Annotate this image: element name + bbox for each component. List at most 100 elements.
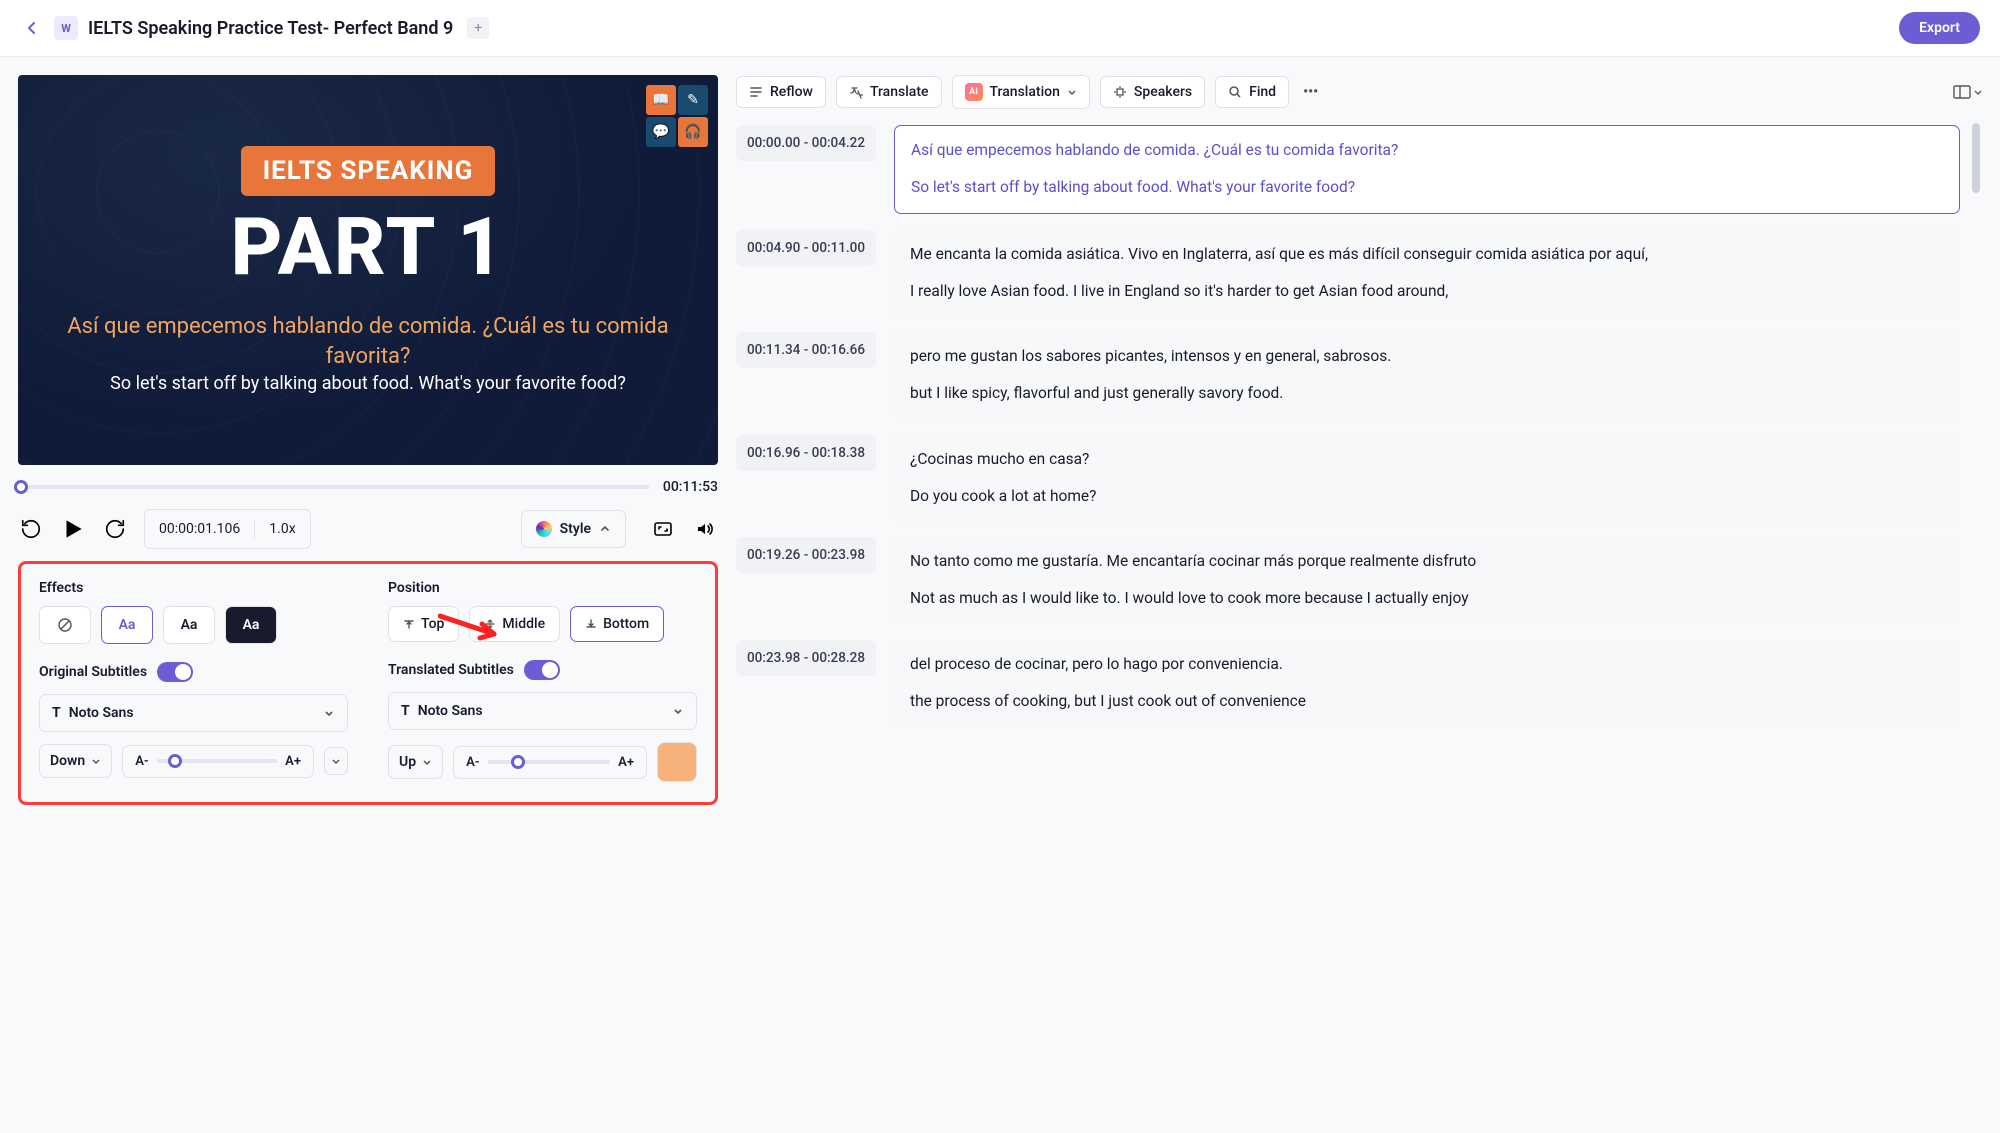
main: 📖 ✎ 💬 🎧 IELTS SPEAKING PART 1 Así que em… bbox=[0, 57, 2000, 823]
segment-timestamp[interactable]: 00:00.00 - 00:04.22 bbox=[736, 125, 876, 161]
size-minus-label: A- bbox=[466, 755, 479, 770]
segment[interactable]: 00:00.00 - 00:04.22 Así que empecemos hab… bbox=[736, 125, 1982, 214]
reflow-icon bbox=[749, 85, 763, 99]
effect-outline-button[interactable]: Aa bbox=[101, 606, 153, 644]
view-mode-select[interactable] bbox=[1953, 85, 1982, 99]
forward-button[interactable] bbox=[102, 516, 128, 542]
segment-body[interactable]: Así que empecemos hablando de comida. ¿C… bbox=[894, 125, 1960, 214]
segment-text-es[interactable]: Así que empecemos hablando de comida. ¿C… bbox=[911, 139, 1943, 162]
chevron-down-icon bbox=[331, 756, 341, 766]
effect-box-button[interactable]: Aa bbox=[225, 606, 277, 644]
play-button[interactable] bbox=[60, 516, 86, 542]
segment-timestamp[interactable]: 00:04.90 - 00:11.00 bbox=[736, 230, 876, 266]
segment-body[interactable]: del proceso de cocinar, pero lo hago por… bbox=[894, 640, 1960, 727]
align-bottom-icon bbox=[585, 618, 597, 630]
add-tab-button[interactable]: + bbox=[467, 17, 489, 39]
scrollbar[interactable] bbox=[1972, 123, 1980, 193]
text-icon: T bbox=[52, 705, 61, 721]
segment-body[interactable]: No tanto como me gustaría. Me encantaría… bbox=[894, 537, 1960, 624]
align-middle-icon bbox=[484, 618, 496, 630]
rewind-button[interactable] bbox=[18, 516, 44, 542]
slider-thumb[interactable] bbox=[168, 754, 182, 768]
segment-body[interactable]: pero me gustan los sabores picantes, int… bbox=[894, 332, 1960, 419]
segment-timestamp[interactable]: 00:16.96 - 00:18.38 bbox=[736, 435, 876, 471]
original-size-slider[interactable] bbox=[157, 759, 278, 763]
speakers-button[interactable]: Speakers bbox=[1100, 76, 1205, 108]
book-icon: 📖 bbox=[646, 85, 676, 115]
reflow-button[interactable]: Reflow bbox=[736, 76, 826, 108]
effect-none-button[interactable] bbox=[39, 606, 91, 644]
video-preview[interactable]: 📖 ✎ 💬 🎧 IELTS SPEAKING PART 1 Así que em… bbox=[18, 75, 718, 465]
export-button[interactable]: Export bbox=[1899, 12, 1980, 44]
speakers-label: Speakers bbox=[1134, 84, 1192, 100]
segment-text-en[interactable]: Not as much as I would like to. I would … bbox=[910, 587, 1944, 610]
segment-text-es[interactable]: Me encanta la comida asiática. Vivo en I… bbox=[910, 243, 1944, 266]
translate-label: Translate bbox=[870, 84, 929, 100]
position-middle-button[interactable]: Middle bbox=[469, 606, 560, 642]
position-bottom-button[interactable]: Bottom bbox=[570, 606, 664, 642]
segment-text-en[interactable]: Do you cook a lot at home? bbox=[910, 485, 1944, 508]
segment-body[interactable]: Me encanta la comida asiática. Vivo en I… bbox=[894, 230, 1960, 317]
segment[interactable]: 00:11.34 - 00:16.66 pero me gustan los sa… bbox=[736, 332, 1982, 419]
segment-text-en[interactable]: but I like spicy, flavorful and just gen… bbox=[910, 382, 1944, 405]
back-button[interactable] bbox=[20, 16, 44, 40]
segment-text-es[interactable]: ¿Cocinas mucho en casa? bbox=[910, 448, 1944, 471]
translated-bottom-controls: Up A- A+ bbox=[388, 742, 697, 782]
progress-thumb[interactable] bbox=[14, 480, 28, 494]
video-badge: IELTS SPEAKING bbox=[241, 146, 496, 196]
original-direction-select[interactable]: Down bbox=[39, 744, 112, 778]
translation-button[interactable]: AI Translation bbox=[952, 75, 1090, 109]
effect-plain-button[interactable]: Aa bbox=[163, 606, 215, 644]
subtitle-spanish: Así que empecemos hablando de comida. ¿C… bbox=[18, 312, 718, 371]
position-top-button[interactable]: Top bbox=[388, 606, 459, 642]
progress-bar[interactable] bbox=[18, 485, 649, 489]
segment-text-es[interactable]: No tanto como me gustaría. Me encantaría… bbox=[910, 550, 1944, 573]
document-title: IELTS Speaking Practice Test- Perfect Ba… bbox=[88, 18, 453, 39]
playback-speed[interactable]: 1.0x bbox=[269, 521, 295, 537]
segment[interactable]: 00:16.96 - 00:18.38 ¿Cocinas mucho en cas… bbox=[736, 435, 1982, 522]
chevron-down-icon bbox=[1067, 87, 1077, 97]
volume-button[interactable] bbox=[692, 516, 718, 542]
segment[interactable]: 00:23.98 - 00:28.28 del proceso de cocina… bbox=[736, 640, 1982, 727]
style-button[interactable]: Style bbox=[521, 510, 626, 548]
translated-subtitles-label: Translated Subtitles bbox=[388, 662, 514, 678]
segment[interactable]: 00:19.26 - 00:23.98 No tanto como me gust… bbox=[736, 537, 1982, 624]
translated-direction-select[interactable]: Up bbox=[388, 745, 443, 779]
current-time[interactable]: 00:00:01.106 bbox=[159, 521, 240, 537]
forward-icon bbox=[104, 518, 126, 540]
translated-font-select[interactable]: TNoto Sans bbox=[388, 692, 697, 730]
original-color-select[interactable] bbox=[324, 747, 348, 775]
segment-text-en[interactable]: the process of cooking, but I just cook … bbox=[910, 690, 1944, 713]
translated-color-select[interactable] bbox=[657, 742, 697, 782]
segments-list: 00:00.00 - 00:04.22 Así que empecemos hab… bbox=[736, 125, 1982, 726]
original-font-select[interactable]: TNoto Sans bbox=[39, 694, 348, 732]
play-icon bbox=[60, 514, 86, 544]
original-subtitles-toggle[interactable] bbox=[157, 662, 193, 682]
translated-size-slider[interactable] bbox=[488, 760, 611, 764]
original-size-slider-wrap: A- A+ bbox=[122, 745, 314, 778]
segment-timestamp[interactable]: 00:11.34 - 00:16.66 bbox=[736, 332, 876, 368]
translated-subtitles-toggle[interactable] bbox=[524, 660, 560, 680]
chevron-down-icon bbox=[672, 705, 684, 717]
chevron-down-icon bbox=[422, 757, 432, 767]
segment-text-en[interactable]: I really love Asian food. I live in Engl… bbox=[910, 280, 1944, 303]
segment-timestamp[interactable]: 00:19.26 - 00:23.98 bbox=[736, 537, 876, 573]
original-subtitles-label: Original Subtitles bbox=[39, 664, 147, 680]
fullscreen-button[interactable] bbox=[650, 516, 676, 542]
headphones-icon: 🎧 bbox=[678, 117, 708, 147]
position-label: Position bbox=[388, 580, 697, 596]
segment-text-es[interactable]: pero me gustan los sabores picantes, int… bbox=[910, 345, 1944, 368]
segment-text-en[interactable]: So let's start off by talking about food… bbox=[911, 176, 1943, 199]
effects-label: Effects bbox=[39, 580, 348, 596]
find-button[interactable]: Find bbox=[1215, 76, 1289, 108]
segment-body[interactable]: ¿Cocinas mucho en casa? Do you cook a lot… bbox=[894, 435, 1960, 522]
more-button[interactable]: ••• bbox=[1299, 78, 1322, 106]
size-plus-label: A+ bbox=[285, 754, 301, 769]
segment-text-es[interactable]: del proceso de cocinar, pero lo hago por… bbox=[910, 653, 1944, 676]
slider-thumb[interactable] bbox=[511, 755, 525, 769]
time-speed-box: 00:00:01.106 1.0x bbox=[144, 509, 311, 549]
translate-button[interactable]: Translate bbox=[836, 76, 942, 108]
segment[interactable]: 00:04.90 - 00:11.00 Me encanta la comida … bbox=[736, 230, 1982, 317]
position-row: Top Middle Bottom bbox=[388, 606, 697, 642]
segment-timestamp[interactable]: 00:23.98 - 00:28.28 bbox=[736, 640, 876, 676]
